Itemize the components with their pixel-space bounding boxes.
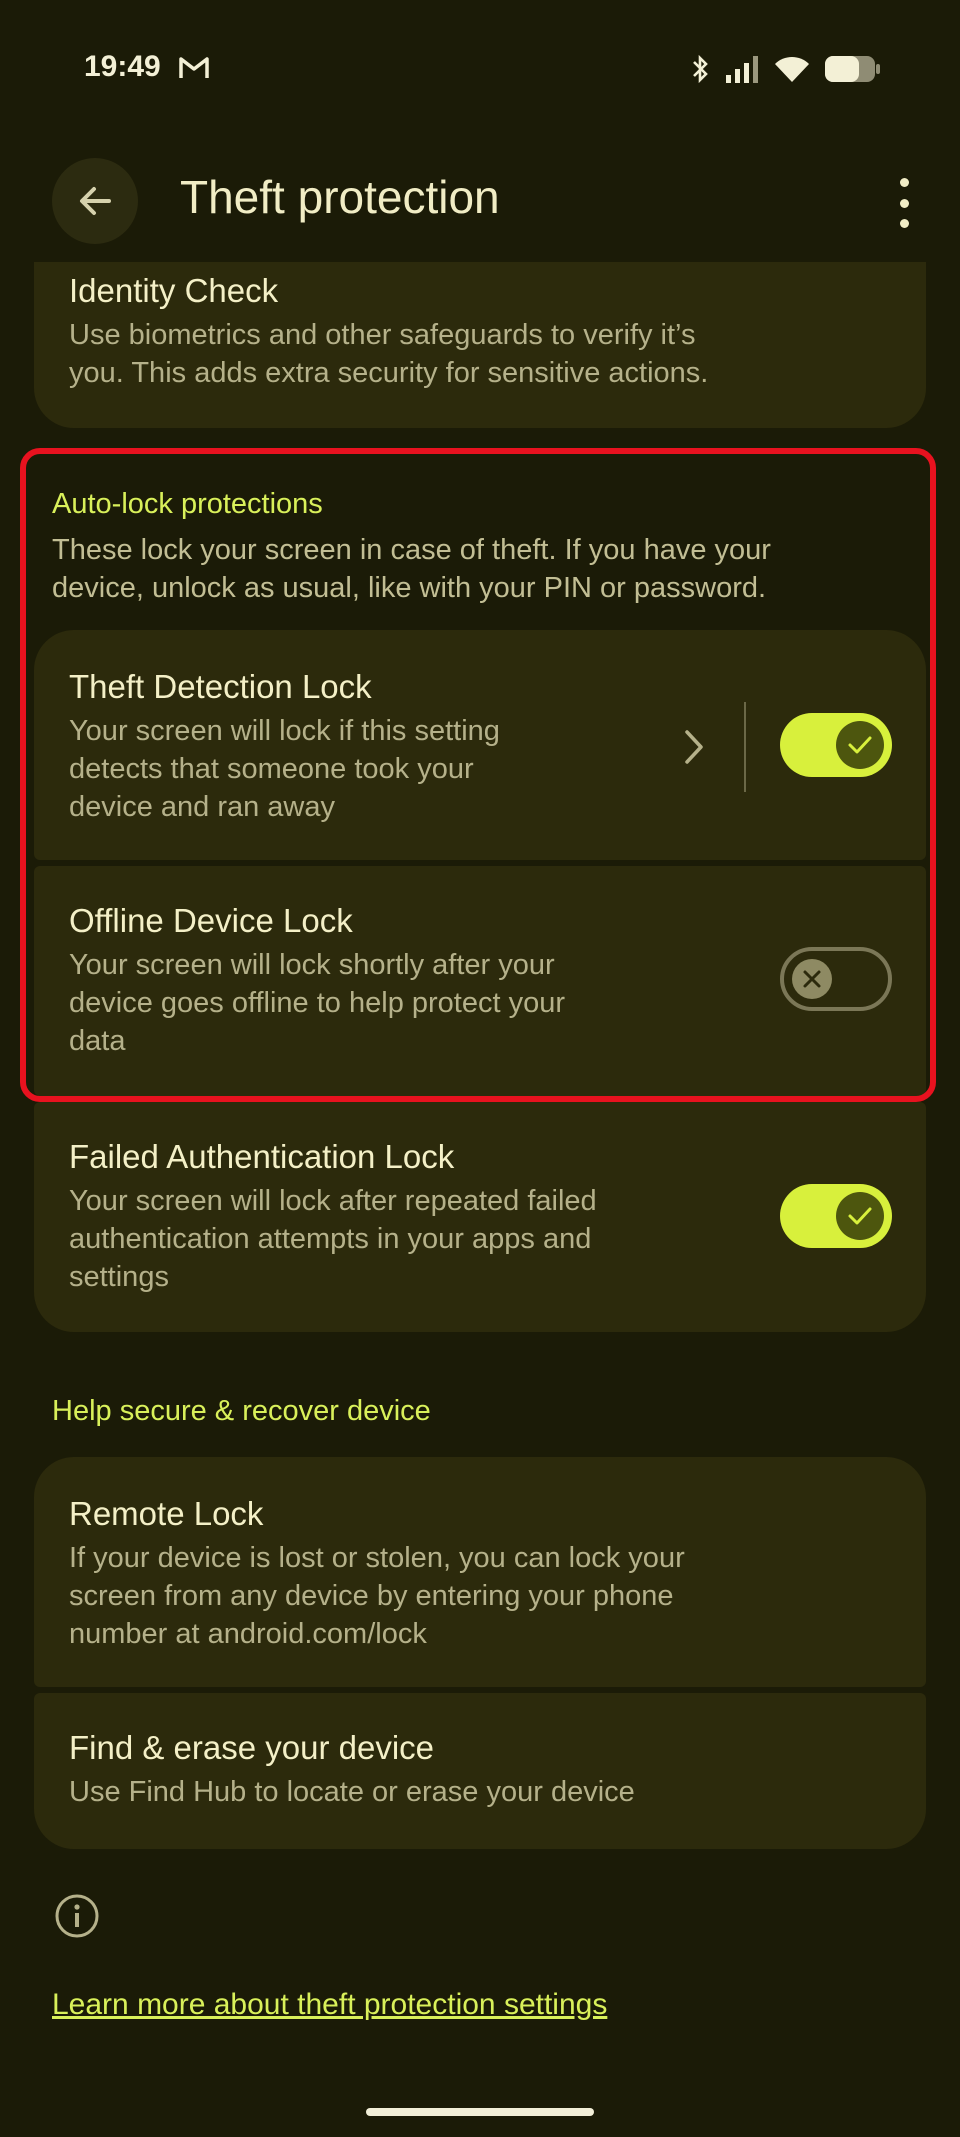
failed-authentication-lock-title: Failed Authentication Lock <box>69 1138 455 1175</box>
check-icon <box>836 1192 884 1240</box>
more-vert-icon[interactable] <box>894 178 914 228</box>
identity-check-item[interactable]: Identity Check Use biometrics and other … <box>34 262 926 428</box>
page-title: Theft protection <box>180 171 500 223</box>
auto-lock-desc-2: device, unlock as usual, like with your … <box>52 572 767 604</box>
chevron-right-icon[interactable] <box>682 728 706 771</box>
offline-device-lock-title: Offline Device Lock <box>69 902 353 939</box>
offline-device-lock-desc-2: device goes offline to help protect your <box>69 987 566 1019</box>
status-time: 19:49 <box>84 50 161 83</box>
check-icon <box>836 721 884 769</box>
failed-authentication-lock-desc-3: settings <box>69 1261 169 1293</box>
offline-device-lock-desc-1: Your screen will lock shortly after your <box>69 949 555 981</box>
gmail-icon <box>178 56 210 85</box>
remote-lock-desc-1: If your device is lost or stolen, you ca… <box>69 1542 685 1574</box>
remote-lock-desc-3: number at android.com/lock <box>69 1618 427 1650</box>
remote-lock-desc-2: screen from any device by entering your … <box>69 1580 674 1612</box>
failed-authentication-lock-item[interactable]: Failed Authentication Lock Your screen w… <box>34 1102 926 1332</box>
wifi-icon <box>775 56 809 82</box>
failed-authentication-lock-desc-2: authentication attempts in your apps and <box>69 1223 592 1255</box>
auto-lock-desc-1: These lock your screen in case of theft.… <box>52 534 771 566</box>
failed-authentication-lock-desc-1: Your screen will lock after repeated fai… <box>69 1185 597 1217</box>
identity-check-desc-2: you. This adds extra security for sensit… <box>69 357 709 389</box>
info-icon <box>54 1893 100 1944</box>
offline-device-lock-item[interactable]: Offline Device Lock Your screen will loc… <box>34 866 926 1096</box>
back-button[interactable] <box>52 158 138 244</box>
find-erase-device-title: Find & erase your device <box>69 1729 435 1766</box>
theft-detection-lock-item[interactable]: Theft Detection Lock Your screen will lo… <box>34 630 926 860</box>
offline-device-lock-desc-3: data <box>69 1025 126 1057</box>
recover-section-title: Help secure & recover device <box>52 1395 431 1427</box>
failed-authentication-lock-toggle[interactable] <box>780 1184 892 1248</box>
theft-detection-lock-desc-3: device and ran away <box>69 791 335 823</box>
battery-icon <box>825 56 880 82</box>
find-erase-device-item[interactable]: Find & erase your device Use Find Hub to… <box>34 1693 926 1849</box>
find-erase-device-desc: Use Find Hub to locate or erase your dev… <box>69 1776 635 1808</box>
theft-detection-lock-title: Theft Detection Lock <box>69 668 372 705</box>
learn-more-link[interactable]: Learn more about theft protection settin… <box>52 1988 607 2022</box>
remote-lock-title: Remote Lock <box>69 1495 264 1532</box>
home-indicator[interactable] <box>366 2108 594 2116</box>
theft-detection-lock-desc-1: Your screen will lock if this setting <box>69 715 500 747</box>
identity-check-desc-1: Use biometrics and other safeguards to v… <box>69 319 696 351</box>
signal-icon <box>726 56 758 83</box>
status-bar: 19:49 <box>0 0 960 140</box>
close-icon <box>792 959 832 999</box>
divider <box>744 702 746 792</box>
bluetooth-icon <box>693 54 708 84</box>
theft-detection-lock-desc-2: detects that someone took your <box>69 753 474 785</box>
theft-detection-lock-toggle[interactable] <box>780 713 892 777</box>
remote-lock-item[interactable]: Remote Lock If your device is lost or st… <box>34 1457 926 1687</box>
auto-lock-section-title: Auto-lock protections <box>52 488 323 520</box>
identity-check-title: Identity Check <box>69 272 279 309</box>
offline-device-lock-toggle[interactable] <box>780 947 892 1011</box>
system-icons <box>690 54 880 84</box>
back-arrow-icon <box>80 187 111 215</box>
